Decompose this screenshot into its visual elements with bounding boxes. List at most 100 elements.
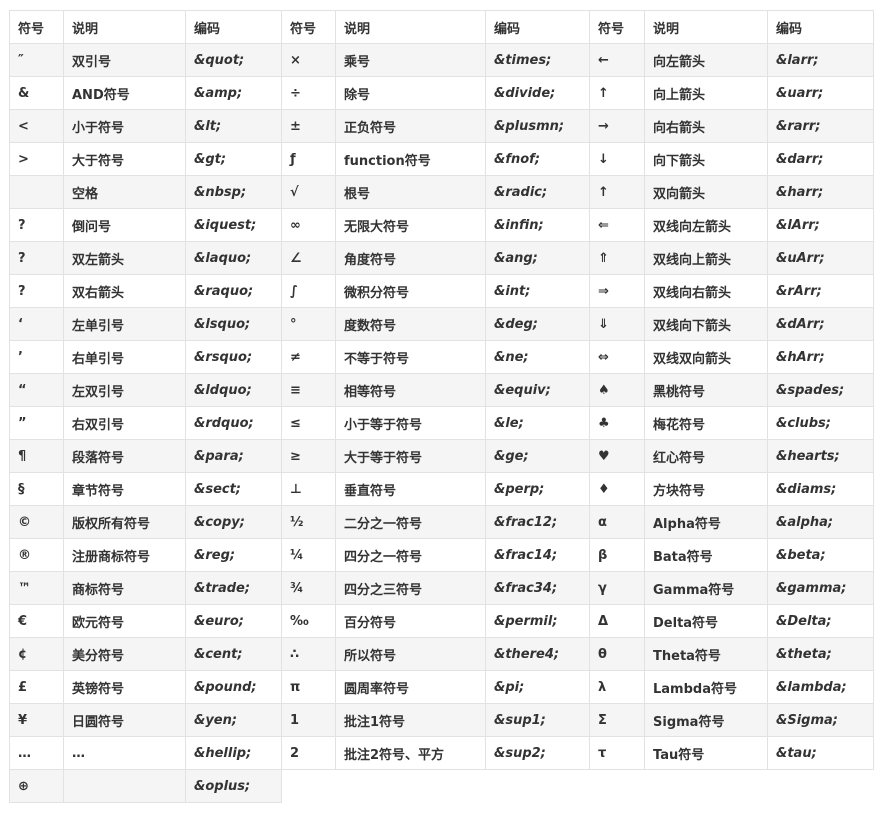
code-cell: &rdquo; (185, 406, 282, 440)
symbol-cell: ♥ (589, 439, 645, 473)
symbol-cell: > (9, 142, 64, 176)
description-cell: 章节符号 (63, 472, 186, 506)
table-row: ⊕ &oplus; (9, 769, 874, 803)
description-cell: Tau符号 (644, 736, 768, 770)
code-cell: &le; (485, 406, 590, 440)
empty-cell (335, 769, 486, 803)
code-cell: &ge; (485, 439, 590, 473)
code-cell: &uArr; (767, 241, 874, 275)
description-cell: Gamma符号 (644, 571, 768, 605)
code-cell: &equiv; (485, 373, 590, 407)
code-cell: &alpha; (767, 505, 874, 539)
table-row: € 欧元符号 &euro; ‰ 百分符号 &permil; Δ Delta符号 &Delta; (9, 604, 874, 638)
description-cell: 批注1符号 (335, 703, 486, 737)
symbol-cell: ¥ (9, 703, 64, 737)
code-cell: &laquo; (185, 241, 282, 275)
table-row: ™ 商标符号 &trade; ¾ 四分之三符号 &frac34; γ Gamma符号 &gamm… (9, 571, 874, 605)
symbol-cell: π (281, 670, 336, 704)
description-cell: 双右箭头 (63, 274, 186, 308)
description-cell: 双线向右箭头 (644, 274, 768, 308)
symbol-cell: ⇑ (589, 241, 645, 275)
symbol-cell (9, 175, 64, 209)
table-row: & AND符号 &amp; ÷ 除号 &divide; ↑ 向上箭头 &uarr; (9, 76, 874, 110)
symbol-cell: ⇒ (589, 274, 645, 308)
symbol-cell: ? (9, 208, 64, 242)
code-cell: &frac14; (485, 538, 590, 572)
description-cell: 二分之一符号 (335, 505, 486, 539)
description-cell: 倒问号 (63, 208, 186, 242)
symbol-cell: ™ (9, 571, 64, 605)
code-cell: &sup2; (485, 736, 590, 770)
description-cell: 角度符号 (335, 241, 486, 275)
code-cell: &there4; (485, 637, 590, 671)
table-row: ″ 双引号 &quot; × 乘号 &times; ← 向左箭头 &larr; (9, 43, 874, 77)
table-row: ¥ 日圆符号 &yen; 1 批注1符号 &sup1; Σ Sigma符号 &Sigma; (9, 703, 874, 737)
symbol-cell: ‰ (281, 604, 336, 638)
empty-cell (767, 769, 874, 803)
symbol-cell: ⇐ (589, 208, 645, 242)
description-cell: 右单引号 (63, 340, 186, 374)
code-cell: &copy; (185, 505, 282, 539)
code-cell: &euro; (185, 604, 282, 638)
description-cell: 乘号 (335, 43, 486, 77)
symbol-cell: © (9, 505, 64, 539)
symbol-cell: ? (9, 241, 64, 275)
description-cell: 段落符号 (63, 439, 186, 473)
code-cell: &rsquo; (185, 340, 282, 374)
description-cell: 英镑符号 (63, 670, 186, 704)
description-cell: 左双引号 (63, 373, 186, 407)
code-cell: &nbsp; (185, 175, 282, 209)
table-row: ® 注册商标符号 &reg; ¼ 四分之一符号 &frac14; β Bata符号 &beta; (9, 538, 874, 572)
description-cell: 右双引号 (63, 406, 186, 440)
code-cell: &Sigma; (767, 703, 874, 737)
table-row: £ 英镑符号 &pound; π 圆周率符号 &pi; λ Lambda符号 &lambda; (9, 670, 874, 704)
table-row: 空格 &nbsp; √ 根号 &radic; ↑ 双向箭头 &harr; (9, 175, 874, 209)
symbol-cell: ≤ (281, 406, 336, 440)
code-cell: &reg; (185, 538, 282, 572)
description-cell: 正负符号 (335, 109, 486, 143)
description-cell: Lambda符号 (644, 670, 768, 704)
symbol-cell: “ (9, 373, 64, 407)
table-row: ¢ 美分符号 &cent; ∴ 所以符号 &there4; θ Theta符号 &theta; (9, 637, 874, 671)
code-cell: &clubs; (767, 406, 874, 440)
html-entity-table: 符号 说明 编码 符号 说明 编码 符号 说明 编码 ″ 双引号 &quot; × 乘号… (9, 10, 874, 803)
symbol-cell: ∞ (281, 208, 336, 242)
code-cell: &divide; (485, 76, 590, 110)
symbol-cell: ” (9, 406, 64, 440)
description-cell: 方块符号 (644, 472, 768, 506)
description-cell: 黑桃符号 (644, 373, 768, 407)
code-cell: &darr; (767, 142, 874, 176)
symbol-cell: ↓ (589, 142, 645, 176)
header-cell: 符号 (589, 10, 645, 44)
code-cell: &Delta; (767, 604, 874, 638)
code-cell: &lArr; (767, 208, 874, 242)
code-cell: &rarr; (767, 109, 874, 143)
table-row: > 大于符号 &gt; ƒ function符号 &fnof; ↓ 向下箭头 &darr; (9, 142, 874, 176)
code-cell: &radic; (485, 175, 590, 209)
description-cell: Theta符号 (644, 637, 768, 671)
table-row: © 版权所有符号 &copy; ½ 二分之一符号 &frac12; α Alpha符号 &alp… (9, 505, 874, 539)
code-cell: &sup1; (485, 703, 590, 737)
symbol-cell: £ (9, 670, 64, 704)
symbol-cell: § (9, 472, 64, 506)
code-cell: &yen; (185, 703, 282, 737)
code-cell: &beta; (767, 538, 874, 572)
code-cell: &ldquo; (185, 373, 282, 407)
table-row: …… &hellip; 2 批注2符号、平方 &sup2; τ Tau符号 &tau; (9, 736, 874, 770)
symbol-cell: ¼ (281, 538, 336, 572)
description-cell: Delta符号 (644, 604, 768, 638)
code-cell: &frac34; (485, 571, 590, 605)
header-cell: 符号 (9, 10, 64, 44)
code-cell: &lt; (185, 109, 282, 143)
table-row: ? 双左箭头 &laquo; ∠ 角度符号 &ang; ⇑ 双线向上箭头 &uArr; (9, 241, 874, 275)
table-row: ’ 右单引号 &rsquo; ≠ 不等于符号 &ne; ⇔ 双线双向箭头 &hArr; (9, 340, 874, 374)
empty-cell (589, 769, 645, 803)
description-cell (63, 769, 186, 803)
description-cell: Bata符号 (644, 538, 768, 572)
description-cell: 相等符号 (335, 373, 486, 407)
symbol-cell: ♣ (589, 406, 645, 440)
description-cell: 除号 (335, 76, 486, 110)
symbol-cell: … (9, 736, 64, 770)
symbol-cell: ″ (9, 43, 64, 77)
symbol-cell: ⊥ (281, 472, 336, 506)
